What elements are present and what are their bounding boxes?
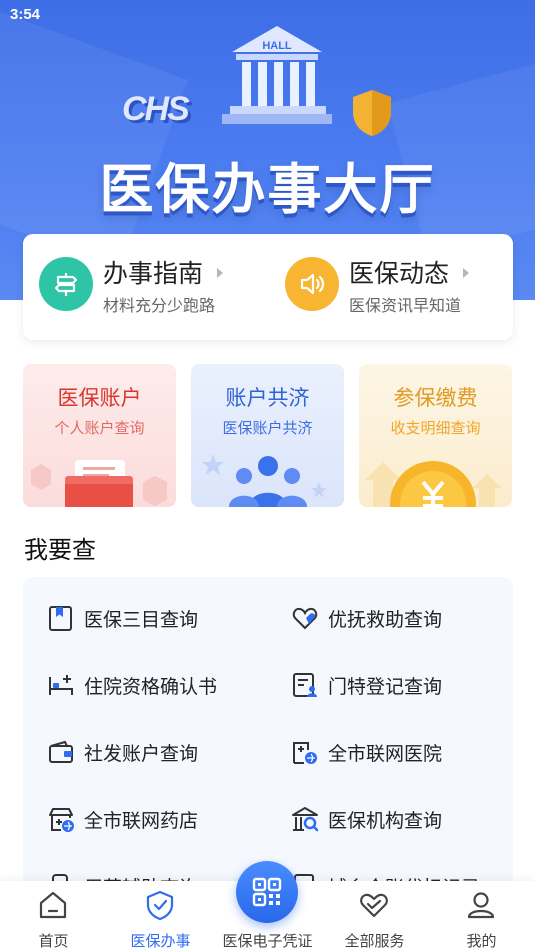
tile-medical-account[interactable]: 医保账户 个人账户查询 [23,364,176,507]
hero-decoration [0,11,189,269]
register-card-icon [293,673,317,697]
query-label: 全市联网医院 [328,742,443,765]
tab-label: 医保办事 [130,932,191,950]
query-label: 社发账户查询 [84,742,199,765]
heart-hand-icon [292,607,318,630]
tab-label: 全部服务 [344,932,405,950]
chevron-right-icon [463,268,469,278]
tile-subtitle: 个人账户查询 [54,419,145,437]
qr-code-icon [252,877,282,907]
tab-label: 我的 [466,932,497,950]
tile-insurance-payment[interactable]: 参保缴费 收支明细查询 [359,364,512,507]
chevron-right-icon [217,268,223,278]
guide-item-news[interactable]: 医保动态 医保资讯早知道 [269,234,509,340]
shield-check-icon [146,890,174,921]
guide-item-handbook[interactable]: 办事指南 材料充分少跑路 [23,234,263,340]
tile-subtitle: 医保账户共济 [222,419,313,437]
tab-mine[interactable]: 我的 [428,881,535,951]
heart-service-icon [360,893,388,918]
guide-card: 办事指南 材料充分少跑路 医保动态 医保资讯早知道 [23,234,513,340]
hall-building-icon: HALL [222,26,332,124]
tab-label: 医保电子凭证 [222,932,313,950]
hospital-network-icon [293,742,317,764]
query-item[interactable]: 全市联网药店 [47,799,198,839]
bookmark-book-icon [49,606,72,631]
section-title: 我要查 [24,536,96,564]
query-label: 门特登记查询 [328,675,443,698]
home-icon [39,891,67,919]
tile-title: 账户共济 [225,386,310,410]
query-label: 医保机构查询 [328,809,443,832]
signpost-icon [39,257,93,311]
tab-home[interactable]: 首页 [0,881,107,951]
family-icon [202,454,327,507]
hall-text: HALL [262,40,292,52]
wallet-icon [31,460,167,507]
query-label: 住院资格确认书 [84,675,218,698]
institution-search-icon [292,807,319,832]
query-item[interactable]: 医保三目查询 [47,598,198,638]
hero-title: 医保办事大厅 [99,158,436,221]
query-item[interactable]: 医保机构查询 [291,799,442,839]
query-label: 优抚救助查询 [328,608,443,631]
chs-badge: CHS [122,90,190,128]
wallet-outline-icon [49,740,73,763]
tab-medical-affairs[interactable]: 医保办事 [107,881,214,951]
query-item[interactable]: 住院资格确认书 [47,665,217,705]
user-icon [467,892,495,919]
query-panel: 医保三目查询 优抚救助查询 住院资格确认书 门特登记查询 社发账户查询 全市联网… [23,577,513,897]
tab-label: 首页 [38,932,69,950]
guide-subtitle: 材料充分少跑路 [103,296,216,315]
coin-icon [365,461,502,507]
query-item[interactable]: 门特登记查询 [291,665,442,705]
speaker-icon [285,257,339,311]
guide-title: 办事指南 [103,259,204,288]
query-label: 全市联网药店 [84,809,199,832]
tile-title: 参保缴费 [393,386,478,410]
query-item[interactable]: 社发账户查询 [47,732,198,772]
guide-title: 医保动态 [349,259,450,288]
hospital-bed-icon [49,675,73,695]
query-item[interactable]: 全市联网医院 [291,732,442,772]
shield-icon [353,90,391,136]
qr-code-button[interactable] [236,861,298,923]
pharmacy-network-icon [49,808,74,832]
tile-subtitle: 收支明细查询 [390,419,481,437]
guide-subtitle: 医保资讯早知道 [349,296,462,315]
query-item[interactable]: 优抚救助查询 [291,598,442,638]
tab-all-services[interactable]: 全部服务 [321,881,428,951]
tile-account-mutual[interactable]: 账户共济 医保账户共济 [191,364,344,507]
status-time: 3:54 [10,6,41,23]
tile-title: 医保账户 [57,386,142,410]
query-label: 医保三目查询 [84,608,199,631]
